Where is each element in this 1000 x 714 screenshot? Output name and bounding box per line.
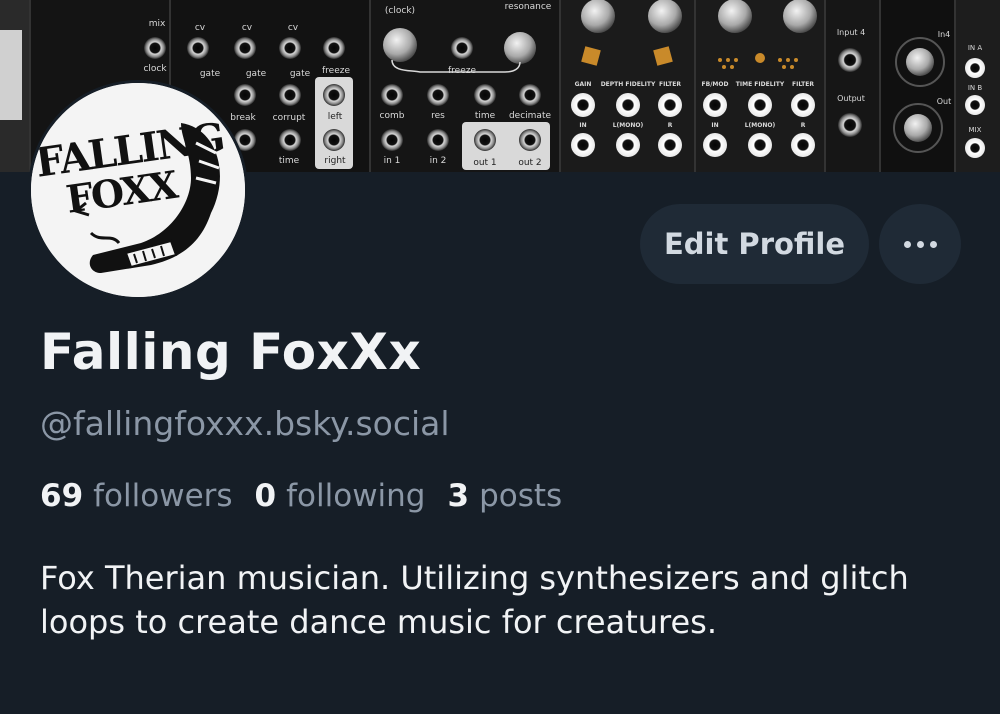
banner-label: gate <box>290 69 311 79</box>
followers-label: followers <box>93 478 233 514</box>
banner-label: DEPTH FIDELITY <box>601 81 656 88</box>
banner-label: In4 <box>938 30 951 39</box>
banner-label: res <box>431 111 445 121</box>
following-stat[interactable]: 0 following <box>255 478 426 514</box>
following-label: following <box>286 478 426 514</box>
banner-label: left <box>328 112 343 122</box>
followers-count: 69 <box>40 478 84 514</box>
banner-label: time <box>279 156 300 166</box>
posts-count: 3 <box>447 478 470 514</box>
banner-label: in 2 <box>430 156 447 166</box>
profile-handle: @fallingfoxxx.bsky.social <box>40 404 450 443</box>
banner-label: IN B <box>968 84 983 92</box>
banner-label: break <box>230 113 256 123</box>
profile-bio: Fox Therian musician. Utilizing synthesi… <box>40 559 909 641</box>
banner-label: MIX <box>969 126 982 134</box>
banner-label: TIME FIDELITY <box>736 81 785 88</box>
banner-label: L(MONO) <box>745 122 776 129</box>
banner-label: R <box>668 122 673 129</box>
banner-label: time <box>475 111 496 121</box>
banner-label: FILTER <box>792 81 814 88</box>
banner-label: resonance <box>505 2 552 12</box>
posts-stat: 3 posts <box>448 478 563 514</box>
followers-stat[interactable]: 69 followers <box>40 478 233 514</box>
banner-label: Out <box>937 97 952 106</box>
display-name: Falling FoxXx <box>40 323 422 381</box>
banner-label: GAIN <box>575 81 592 88</box>
fox-logo-icon: FALLING FOXX <box>31 83 245 297</box>
banner-label: in 1 <box>384 156 401 166</box>
banner-label: FILTER <box>659 81 681 88</box>
banner-label: Output <box>837 94 865 103</box>
banner-label: IN <box>579 122 586 129</box>
edit-profile-button[interactable]: Edit Profile <box>640 204 869 284</box>
banner-label: FB/MOD <box>702 81 729 88</box>
banner-label: cv <box>288 23 299 33</box>
banner-label: gate <box>200 69 221 79</box>
banner-label: cv <box>195 23 206 33</box>
banner-label: cv <box>242 23 253 33</box>
banner-label: right <box>324 156 346 166</box>
banner-label: out 2 <box>518 158 541 168</box>
banner-label: gate <box>246 69 267 79</box>
banner-label: (clock) <box>385 6 415 16</box>
banner-label: R <box>801 122 806 129</box>
banner-label: decimate <box>509 111 552 121</box>
banner-label: IN <box>711 122 718 129</box>
banner-label: corrupt <box>273 113 306 123</box>
posts-label: posts <box>479 478 563 514</box>
more-options-button[interactable] <box>879 204 961 284</box>
banner-label: Input 4 <box>837 28 865 37</box>
banner-label: freeze <box>448 66 476 76</box>
banner-label: out 1 <box>473 158 496 168</box>
banner-label: clock <box>143 64 167 74</box>
profile-avatar[interactable]: FALLING FOXX <box>28 80 248 300</box>
profile-stats: 69 followers 0 following 3 posts <box>40 478 562 514</box>
following-count: 0 <box>254 478 277 514</box>
banner-label: mix <box>149 19 166 29</box>
ellipsis-icon <box>903 240 937 248</box>
banner-label: IN A <box>968 44 983 52</box>
banner-label: L(MONO) <box>613 122 644 129</box>
banner-label: comb <box>380 111 405 121</box>
banner-label: freeze <box>322 66 350 76</box>
